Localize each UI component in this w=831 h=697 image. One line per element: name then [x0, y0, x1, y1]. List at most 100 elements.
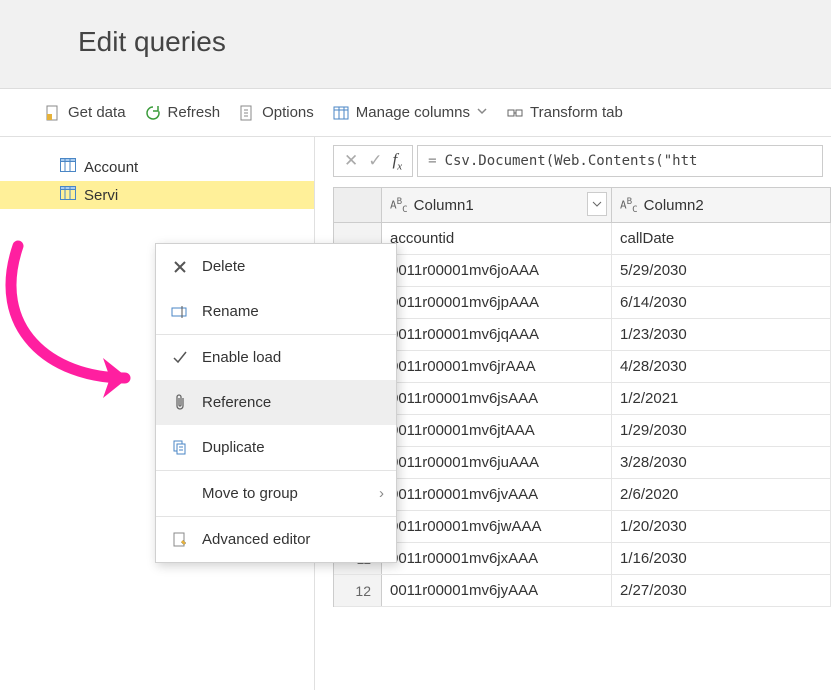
cell-column1[interactable]: 0011r00001mv6jrAAA — [382, 351, 612, 382]
grid-body: accountidcallDate0011r00001mv6joAAA5/29/… — [334, 223, 831, 607]
column-dropdown-icon[interactable] — [587, 192, 607, 216]
column-header-1[interactable]: ABC Column1 — [382, 188, 612, 222]
cell-column1[interactable]: 0011r00001mv6jsAAA — [382, 383, 612, 414]
refresh-icon — [144, 104, 162, 122]
manage-columns-label: Manage columns — [356, 104, 470, 121]
menu-item-label: Advanced editor — [202, 531, 310, 548]
menu-item-delete[interactable]: Delete — [156, 244, 396, 289]
blank-icon — [170, 484, 190, 504]
options-button[interactable]: Options — [238, 104, 314, 122]
context-menu: Delete Rename Enable load Reference Duplicat… — [155, 243, 397, 563]
table-icon — [60, 158, 76, 176]
transform-table-button[interactable]: Transform tab — [506, 104, 623, 122]
manage-columns-button[interactable]: Manage columns — [332, 104, 488, 122]
chevron-right-icon: › — [379, 485, 384, 502]
get-data-icon — [44, 104, 62, 122]
table-row[interactable]: 0011r00001mv6jwAAA1/20/2030 — [334, 511, 831, 543]
table-row[interactable]: accountidcallDate — [334, 223, 831, 255]
query-item-account[interactable]: Account — [0, 153, 314, 181]
menu-item-label: Move to group — [202, 485, 298, 502]
column-header-2[interactable]: ABC Column2 — [612, 188, 831, 222]
cell-column2[interactable]: 6/14/2030 — [612, 287, 831, 318]
cell-column2[interactable]: 1/2/2021 — [612, 383, 831, 414]
cell-column1[interactable]: 0011r00001mv6jqAAA — [382, 319, 612, 350]
table-row[interactable]: 0011r00001mv6jsAAA1/2/2021 — [334, 383, 831, 415]
get-data-label: Get data — [68, 104, 126, 121]
cell-column1[interactable]: 0011r00001mv6joAAA — [382, 255, 612, 286]
menu-item-enable-load[interactable]: Enable load — [156, 335, 396, 380]
cell-column2[interactable]: 1/29/2030 — [612, 415, 831, 446]
column-type-icon: ABC — [390, 196, 408, 215]
fx-icon[interactable]: fx — [393, 150, 403, 172]
formula-bar: ✕ ✓ fx = Csv.Document(Web.Contents("htt — [315, 137, 831, 177]
header: Edit queries — [0, 0, 831, 89]
refresh-label: Refresh — [168, 104, 221, 121]
menu-item-label: Enable load — [202, 349, 281, 366]
cell-column1[interactable]: 0011r00001mv6jvAAA — [382, 479, 612, 510]
grid-header: ABC Column1 ABC Column2 — [334, 188, 831, 223]
cell-column2[interactable]: 2/6/2020 — [612, 479, 831, 510]
clip-icon — [170, 393, 190, 413]
cell-column1[interactable]: 0011r00001mv6jwAAA — [382, 511, 612, 542]
column-header-label: Column2 — [644, 197, 704, 214]
cell-column1[interactable]: 0011r00001mv6jpAAA — [382, 287, 612, 318]
table-row[interactable]: 0011r00001mv6joAAA5/29/2030 — [334, 255, 831, 287]
cell-column2[interactable]: 4/28/2030 — [612, 351, 831, 382]
cell-column2[interactable]: 3/28/2030 — [612, 447, 831, 478]
page-title: Edit queries — [78, 26, 831, 58]
menu-item-label: Duplicate — [202, 439, 265, 456]
commit-icon[interactable]: ✓ — [368, 151, 382, 171]
menu-item-label: Reference — [202, 394, 271, 411]
copy-icon — [170, 438, 190, 458]
column-header-label: Column1 — [414, 197, 474, 214]
menu-item-duplicate[interactable]: Duplicate — [156, 425, 396, 470]
formula-input[interactable]: = Csv.Document(Web.Contents("htt — [417, 145, 823, 177]
options-label: Options — [262, 104, 314, 121]
advanced-icon — [170, 530, 190, 550]
content: Account Servi ✕ ✓ fx = Csv.Document(Web.… — [0, 137, 831, 690]
cell-column2[interactable]: 2/27/2030 — [612, 575, 831, 606]
formula-actions: ✕ ✓ fx — [333, 145, 413, 177]
table-row[interactable]: 0011r00001mv6jrAAA4/28/2030 — [334, 351, 831, 383]
transform-table-label: Transform tab — [530, 104, 623, 121]
cell-column2[interactable]: 1/20/2030 — [612, 511, 831, 542]
cell-column2[interactable]: 5/29/2030 — [612, 255, 831, 286]
query-item-service-calls[interactable]: Servi — [0, 181, 314, 209]
cell-column1[interactable]: 0011r00001mv6jyAAA — [382, 575, 612, 606]
menu-item-advanced-editor[interactable]: Advanced editor — [156, 517, 396, 562]
query-item-label: Account — [84, 159, 138, 176]
get-data-button[interactable]: Get data — [44, 104, 126, 122]
query-item-label: Servi — [84, 187, 118, 204]
table-row[interactable]: 0011r00001mv6juAAA3/28/2030 — [334, 447, 831, 479]
cell-column1[interactable]: 0011r00001mv6juAAA — [382, 447, 612, 478]
data-grid: ABC Column1 ABC Column2 accountidcallDat… — [333, 187, 831, 607]
menu-item-label: Delete — [202, 258, 245, 275]
options-icon — [238, 104, 256, 122]
cell-column1[interactable]: 0011r00001mv6jxAAA — [382, 543, 612, 574]
cell-column2[interactable]: 1/16/2030 — [612, 543, 831, 574]
refresh-button[interactable]: Refresh — [144, 104, 221, 122]
chevron-down-icon — [476, 104, 488, 121]
grid-corner[interactable] — [334, 188, 382, 222]
toolbar: Get data Refresh Options Manage columns … — [0, 89, 831, 137]
delete-icon — [170, 257, 190, 277]
table-row[interactable]: 120011r00001mv6jyAAA2/27/2030 — [334, 575, 831, 607]
cell-column2[interactable]: callDate — [612, 223, 831, 254]
table-row[interactable]: 0011r00001mv6jtAAA1/29/2030 — [334, 415, 831, 447]
table-row[interactable]: 0011r00001mv6jqAAA1/23/2030 — [334, 319, 831, 351]
table-row[interactable]: 0011r00001mv6jvAAA2/6/2020 — [334, 479, 831, 511]
cell-column1[interactable]: 0011r00001mv6jtAAA — [382, 415, 612, 446]
menu-item-label: Rename — [202, 303, 259, 320]
table-row[interactable]: 0011r00001mv6jpAAA6/14/2030 — [334, 287, 831, 319]
check-icon — [170, 348, 190, 368]
formula-equals: = — [428, 153, 436, 169]
cell-column1[interactable]: accountid — [382, 223, 612, 254]
cancel-icon[interactable]: ✕ — [344, 151, 358, 171]
cell-column2[interactable]: 1/23/2030 — [612, 319, 831, 350]
menu-item-move-to-group[interactable]: Move to group › — [156, 471, 396, 516]
menu-item-rename[interactable]: Rename — [156, 289, 396, 334]
table-icon — [60, 186, 76, 204]
column-type-icon: ABC — [620, 196, 638, 215]
menu-item-reference[interactable]: Reference — [156, 380, 396, 425]
table-row[interactable]: 110011r00001mv6jxAAA1/16/2030 — [334, 543, 831, 575]
